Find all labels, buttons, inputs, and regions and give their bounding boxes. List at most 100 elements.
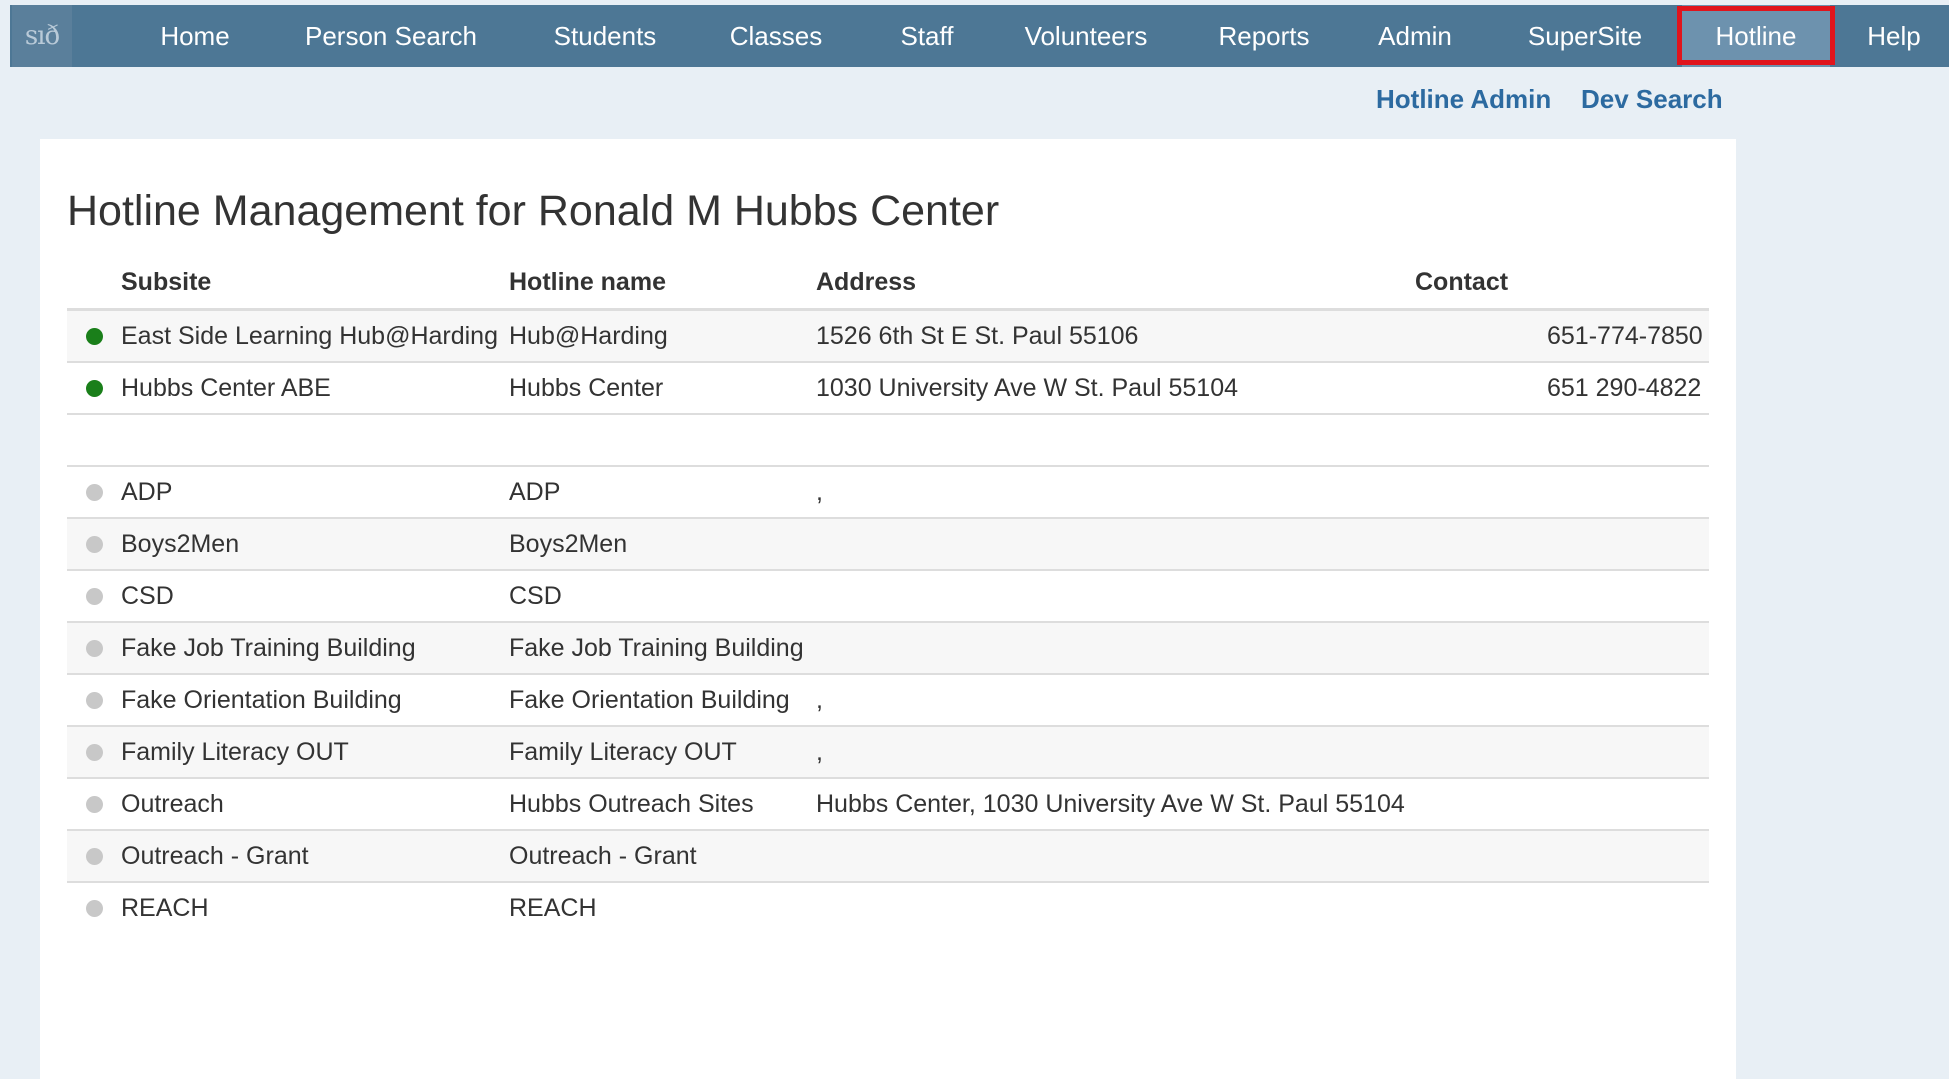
logo-text: sıð xyxy=(24,21,60,51)
subsite-cell: Family Literacy OUT xyxy=(121,725,509,778)
hotline-name-cell: Outreach - Grant xyxy=(509,829,816,882)
table-row[interactable]: CSD CSD xyxy=(67,569,1709,622)
contact-cell: 651-774-7850 xyxy=(1547,308,1709,362)
status-cell xyxy=(67,777,121,830)
nav-hotline[interactable]: Hotline xyxy=(1682,5,1830,67)
hotline-name-cell: CSD xyxy=(509,569,816,622)
subsite-cell: Fake Orientation Building xyxy=(121,673,509,726)
nav-staff[interactable]: Staff xyxy=(872,5,982,67)
contact-cell xyxy=(1547,829,1709,882)
address-cell xyxy=(816,517,1415,570)
status-cell xyxy=(67,569,121,622)
address-cell xyxy=(816,881,1415,933)
hotline-name-cell: Hubbs Outreach Sites xyxy=(509,777,816,830)
table-row[interactable]: Family Literacy OUT Family Literacy OUT, xyxy=(67,725,1709,778)
status-dot-icon xyxy=(85,588,103,605)
table-header-row: Subsite Hotline name Address Contact xyxy=(67,257,1709,311)
address-cell xyxy=(816,829,1415,882)
hotline-name-cell: REACH xyxy=(509,881,816,933)
contact-cell: 651 290-4822 xyxy=(1547,361,1709,414)
table-row[interactable]: Fake Job Training Building Fake Job Train… xyxy=(67,621,1709,674)
dev-search-link[interactable]: Dev Search xyxy=(1581,84,1723,115)
hotline-name-cell: ADP xyxy=(509,465,816,518)
status-dot-icon xyxy=(85,796,103,813)
contact-cell xyxy=(1547,621,1709,674)
status-cell xyxy=(67,829,121,882)
nav-home[interactable]: Home xyxy=(120,5,270,67)
top-nav-bar: sıð Home Person Search Students Classes … xyxy=(10,5,1949,67)
contact-gap-cell xyxy=(1415,829,1547,882)
contact-cell xyxy=(1547,777,1709,830)
contact-value-header xyxy=(1547,257,1709,311)
contact-gap-cell xyxy=(1415,673,1547,726)
nav-students[interactable]: Students xyxy=(532,5,678,67)
status-cell xyxy=(67,881,121,933)
address-cell: 1526 6th St E St. Paul 55106 xyxy=(816,308,1415,362)
contact-gap-cell xyxy=(1415,725,1547,778)
hotline-table: Subsite Hotline name Address Contact Eas… xyxy=(67,257,1709,933)
contact-header: Contact xyxy=(1415,257,1547,311)
contact-cell xyxy=(1547,725,1709,778)
address-cell: , xyxy=(816,725,1415,778)
address-cell: , xyxy=(816,465,1415,518)
contact-gap-cell xyxy=(1415,361,1547,414)
table-row[interactable]: REACH REACH xyxy=(67,881,1709,933)
nav-help[interactable]: Help xyxy=(1846,5,1942,67)
page-title: Hotline Management for Ronald M Hubbs Ce… xyxy=(67,187,1000,235)
subsite-cell: Outreach - Grant xyxy=(121,829,509,882)
status-header xyxy=(67,257,121,311)
nav-person-search[interactable]: Person Search xyxy=(280,5,502,67)
status-cell xyxy=(67,621,121,674)
nav-classes[interactable]: Classes xyxy=(706,5,846,67)
status-dot-icon xyxy=(85,484,103,501)
status-cell xyxy=(67,517,121,570)
contact-cell xyxy=(1547,673,1709,726)
table-row[interactable]: Boys2Men Boys2Men xyxy=(67,517,1709,570)
nav-reports[interactable]: Reports xyxy=(1194,5,1334,67)
status-dot-icon xyxy=(85,848,103,865)
nav-volunteers[interactable]: Volunteers xyxy=(1006,5,1166,67)
hotline-name-cell: Fake Orientation Building xyxy=(509,673,816,726)
status-dot-icon xyxy=(85,744,103,761)
subsite-cell: ADP xyxy=(121,465,509,518)
status-dot-icon xyxy=(85,640,103,657)
subsite-cell: Hubbs Center ABE xyxy=(121,361,509,414)
address-cell: 1030 University Ave W St. Paul 55104 xyxy=(816,361,1415,414)
address-cell: , xyxy=(816,673,1415,726)
address-cell xyxy=(816,569,1415,622)
table-row[interactable]: Outreach - Grant Outreach - Grant xyxy=(67,829,1709,882)
contact-cell xyxy=(1547,881,1709,933)
status-cell xyxy=(67,465,121,518)
contact-cell xyxy=(1547,569,1709,622)
contact-gap-cell xyxy=(1415,569,1547,622)
subsite-cell: Boys2Men xyxy=(121,517,509,570)
subsite-cell: REACH xyxy=(121,881,509,933)
table-row[interactable]: Outreach Hubbs Outreach Sites Hubbs Center… xyxy=(67,777,1709,830)
sid-logo[interactable]: sıð xyxy=(12,5,72,67)
status-dot-icon xyxy=(85,692,103,709)
status-cell xyxy=(67,725,121,778)
hotline-name-cell: Fake Job Training Building xyxy=(509,621,816,674)
hotline-name-header: Hotline name xyxy=(509,257,816,311)
hotline-name-cell: Family Literacy OUT xyxy=(509,725,816,778)
hotline-admin-link[interactable]: Hotline Admin xyxy=(1376,84,1551,115)
table-row[interactable]: Fake Orientation Building Fake Orientatio… xyxy=(67,673,1709,726)
table-row[interactable]: Hubbs Center ABE Hubbs Center 1030 Univers… xyxy=(67,361,1709,414)
status-dot-icon xyxy=(85,536,103,553)
hotline-name-cell: Hubbs Center xyxy=(509,361,816,414)
subsite-cell: Fake Job Training Building xyxy=(121,621,509,674)
status-cell xyxy=(67,673,121,726)
table-row[interactable]: East Side Learning Hub@Harding Hub@Hardin… xyxy=(67,308,1709,362)
contact-gap-cell xyxy=(1415,777,1547,830)
address-cell xyxy=(816,621,1415,674)
table-row[interactable]: ADP ADP, xyxy=(67,465,1709,518)
status-cell xyxy=(67,361,121,414)
subsite-cell: East Side Learning Hub@Harding xyxy=(121,308,509,362)
contact-cell xyxy=(1547,517,1709,570)
subsite-cell: Outreach xyxy=(121,777,509,830)
table-body: East Side Learning Hub@Harding Hub@Hardin… xyxy=(67,308,1709,933)
contact-gap-cell xyxy=(1415,517,1547,570)
nav-admin[interactable]: Admin xyxy=(1360,5,1470,67)
subsite-header: Subsite xyxy=(121,257,509,311)
nav-supersite[interactable]: SuperSite xyxy=(1510,5,1660,67)
